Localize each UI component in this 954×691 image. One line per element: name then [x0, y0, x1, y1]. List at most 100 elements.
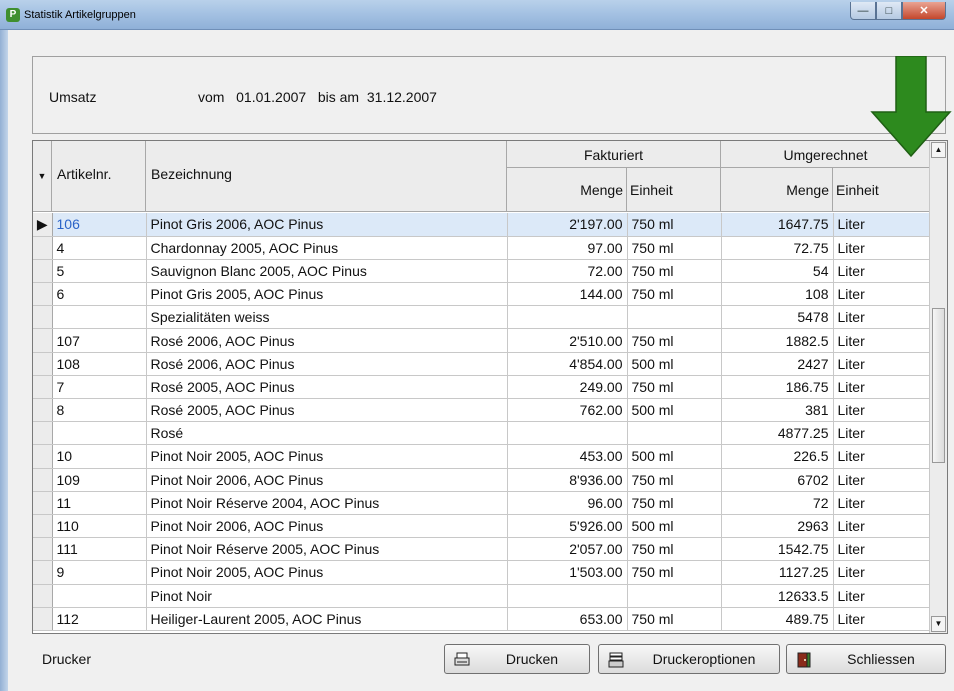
drucken-button[interactable]: Drucken [444, 644, 590, 674]
table-row[interactable]: 9 Pinot Noir 2005, AOC Pinus 1'503.00 750 m… [33, 560, 931, 585]
cell-umgerechnet-einheit[interactable]: Liter [833, 584, 931, 608]
cell-bezeichnung[interactable]: Pinot Noir 2006, AOC Pinus [146, 468, 508, 492]
cell-umgerechnet-einheit[interactable]: Liter [833, 282, 931, 307]
cell-artikelnr[interactable]: 110 [52, 514, 147, 539]
table-row[interactable]: 7 Rosé 2005, AOC Pinus 249.00 750 ml 186.75 L… [33, 375, 931, 400]
cell-bezeichnung[interactable]: Sauvignon Blanc 2005, AOC Pinus [146, 259, 508, 284]
cell-umgerechnet-menge[interactable]: 1882.5 [721, 328, 834, 353]
vertical-scrollbar[interactable]: ▲ ▼ [929, 141, 947, 633]
cell-umgerechnet-menge[interactable]: 489.75 [721, 607, 834, 631]
table-row[interactable]: 4 Chardonnay 2005, AOC Pinus 97.00 750 ml 72… [33, 236, 931, 260]
table-row[interactable]: 108 Rosé 2006, AOC Pinus 4'854.00 500 ml 242… [33, 352, 931, 376]
row-selector[interactable] [33, 328, 53, 353]
cell-bezeichnung[interactable]: Pinot Gris 2006, AOC Pinus [146, 213, 508, 237]
column-header-umgerechnet-einheit[interactable]: Einheit [833, 168, 931, 212]
cell-umgerechnet-einheit[interactable]: Liter [833, 514, 931, 539]
cell-bezeichnung[interactable]: Rosé 2005, AOC Pinus [146, 398, 508, 423]
cell-fakturiert-menge[interactable] [507, 421, 628, 446]
cell-umgerechnet-einheit[interactable]: Liter [833, 352, 931, 376]
cell-fakturiert-einheit[interactable]: 750 ml [627, 259, 722, 284]
cell-fakturiert-einheit[interactable]: 500 ml [627, 444, 722, 469]
cell-fakturiert-menge[interactable] [507, 584, 628, 608]
table-row[interactable]: Spezialitäten weiss 5478 Liter [33, 305, 931, 330]
row-selector[interactable] [33, 444, 53, 469]
cell-fakturiert-einheit[interactable]: 500 ml [627, 398, 722, 423]
cell-umgerechnet-einheit[interactable]: Liter [833, 375, 931, 400]
druckeroptionen-button[interactable]: Druckeroptionen [598, 644, 780, 674]
scroll-thumb[interactable] [932, 308, 945, 463]
cell-umgerechnet-einheit[interactable]: Liter [833, 236, 931, 260]
data-grid[interactable]: ▼ Artikelnr. Bezeichnung Fakturiert Umge… [32, 140, 948, 634]
cell-bezeichnung[interactable]: Rosé 2005, AOC Pinus [146, 375, 508, 400]
table-row[interactable]: 5 Sauvignon Blanc 2005, AOC Pinus 72.00 750… [33, 259, 931, 284]
cell-umgerechnet-menge[interactable]: 1127.25 [721, 560, 834, 585]
cell-artikelnr[interactable]: 11 [52, 491, 147, 515]
table-row[interactable]: 11 Pinot Noir Réserve 2004, AOC Pinus 96.0… [33, 491, 931, 515]
cell-bezeichnung[interactable]: Pinot Noir [146, 584, 508, 608]
cell-fakturiert-menge[interactable]: 762.00 [507, 398, 628, 423]
cell-umgerechnet-menge[interactable]: 108 [721, 282, 834, 307]
cell-fakturiert-menge[interactable]: 2'197.00 [507, 213, 628, 237]
table-row[interactable]: ▶ 106 Pinot Gris 2006, AOC Pinus 2'197.00 75… [33, 213, 931, 237]
table-row[interactable]: 109 Pinot Noir 2006, AOC Pinus 8'936.00 750… [33, 468, 931, 492]
cell-artikelnr[interactable]: 112 [52, 607, 147, 631]
cell-umgerechnet-menge[interactable]: 12633.5 [721, 584, 834, 608]
cell-bezeichnung[interactable]: Pinot Gris 2005, AOC Pinus [146, 282, 508, 307]
cell-artikelnr[interactable] [52, 584, 147, 608]
cell-fakturiert-menge[interactable]: 2'510.00 [507, 328, 628, 353]
cell-artikelnr[interactable]: 10 [52, 444, 147, 469]
cell-umgerechnet-menge[interactable]: 2427 [721, 352, 834, 376]
cell-fakturiert-einheit[interactable]: 750 ml [627, 468, 722, 492]
row-selector[interactable] [33, 584, 53, 608]
column-header-artikelnr[interactable]: Artikelnr. [52, 141, 146, 212]
cell-fakturiert-menge[interactable] [507, 305, 628, 330]
maximize-button[interactable]: □ [876, 2, 902, 20]
cell-bezeichnung[interactable]: Pinot Noir 2005, AOC Pinus [146, 444, 508, 469]
column-header-fakturiert-menge[interactable]: Menge [507, 168, 627, 212]
cell-artikelnr[interactable]: 109 [52, 468, 147, 492]
row-selector[interactable] [33, 514, 53, 539]
minimize-button[interactable]: — [850, 2, 876, 20]
cell-umgerechnet-menge[interactable]: 1647.75 [721, 213, 834, 237]
row-selector[interactable] [33, 537, 53, 562]
cell-fakturiert-menge[interactable]: 2'057.00 [507, 537, 628, 562]
cell-umgerechnet-einheit[interactable]: Liter [833, 259, 931, 284]
cell-fakturiert-einheit[interactable]: 750 ml [627, 491, 722, 515]
cell-artikelnr[interactable]: 106 [52, 213, 147, 237]
cell-fakturiert-einheit[interactable]: 750 ml [627, 282, 722, 307]
cell-umgerechnet-einheit[interactable]: Liter [833, 421, 931, 446]
table-row[interactable]: 110 Pinot Noir 2006, AOC Pinus 5'926.00 500… [33, 514, 931, 539]
cell-bezeichnung[interactable]: Rosé 2006, AOC Pinus [146, 328, 508, 353]
cell-umgerechnet-einheit[interactable]: Liter [833, 398, 931, 423]
row-selector[interactable] [33, 305, 53, 330]
row-selector[interactable] [33, 468, 53, 492]
cell-bezeichnung[interactable]: Heiliger-Laurent 2005, AOC Pinus [146, 607, 508, 631]
row-selector[interactable] [33, 421, 53, 446]
row-selector[interactable] [33, 491, 53, 515]
table-row[interactable]: Rosé 4877.25 Liter [33, 421, 931, 446]
cell-fakturiert-einheit[interactable]: 500 ml [627, 352, 722, 376]
cell-fakturiert-menge[interactable]: 97.00 [507, 236, 628, 260]
cell-artikelnr[interactable]: 7 [52, 375, 147, 400]
cell-bezeichnung[interactable]: Pinot Noir Réserve 2005, AOC Pinus [146, 537, 508, 562]
row-selector[interactable] [33, 375, 53, 400]
cell-umgerechnet-menge[interactable]: 226.5 [721, 444, 834, 469]
cell-fakturiert-menge[interactable]: 8'936.00 [507, 468, 628, 492]
row-selector[interactable] [33, 607, 53, 631]
column-header-fakturiert-einheit[interactable]: Einheit [627, 168, 721, 212]
cell-umgerechnet-einheit[interactable]: Liter [833, 607, 931, 631]
cell-artikelnr[interactable]: 8 [52, 398, 147, 423]
cell-bezeichnung[interactable]: Rosé 2006, AOC Pinus [146, 352, 508, 376]
cell-umgerechnet-menge[interactable]: 186.75 [721, 375, 834, 400]
column-header-bezeichnung[interactable]: Bezeichnung [146, 141, 507, 212]
cell-fakturiert-einheit[interactable]: 500 ml [627, 514, 722, 539]
row-selector[interactable]: ▶ [33, 213, 53, 237]
cell-umgerechnet-menge[interactable]: 2963 [721, 514, 834, 539]
cell-artikelnr[interactable]: 5 [52, 259, 147, 284]
cell-umgerechnet-menge[interactable]: 6702 [721, 468, 834, 492]
cell-fakturiert-einheit[interactable]: 750 ml [627, 560, 722, 585]
table-row[interactable]: 112 Heiliger-Laurent 2005, AOC Pinus 653.0… [33, 607, 931, 631]
cell-fakturiert-einheit[interactable]: 750 ml [627, 236, 722, 260]
cell-fakturiert-einheit[interactable]: 750 ml [627, 328, 722, 353]
table-row[interactable]: 107 Rosé 2006, AOC Pinus 2'510.00 750 ml 188… [33, 328, 931, 353]
